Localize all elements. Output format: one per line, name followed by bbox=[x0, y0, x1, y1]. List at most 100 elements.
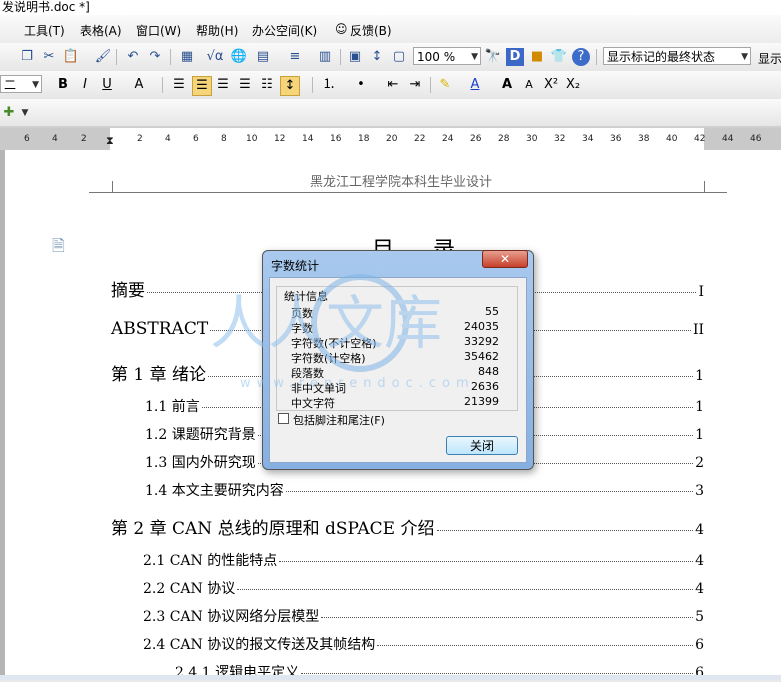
font-size-select[interactable]: 二 ▼ bbox=[0, 75, 42, 93]
menu-tools[interactable]: 工具(T) bbox=[24, 22, 65, 39]
increase-indent-icon[interactable]: ⇥ bbox=[406, 76, 424, 94]
document-map-icon[interactable]: ▣ bbox=[346, 48, 364, 66]
grow-font-button[interactable]: A bbox=[498, 76, 516, 94]
show-menu[interactable]: 显示 bbox=[758, 50, 781, 67]
underline-button[interactable]: U bbox=[98, 76, 116, 94]
ruler-tick: 8 bbox=[221, 134, 227, 144]
include-footnotes-checkbox[interactable] bbox=[278, 413, 289, 424]
formula-icon[interactable]: √α bbox=[206, 48, 224, 66]
toc-label: 1.2 课题研究背景 bbox=[145, 427, 256, 443]
italic-button[interactable]: I bbox=[76, 76, 94, 94]
stat-value: 21399 bbox=[464, 395, 499, 408]
line-spacing-icon[interactable]: ↕ bbox=[280, 76, 300, 96]
ruler-tick: 24 bbox=[442, 134, 454, 144]
toolbox-icon[interactable]: ■ bbox=[528, 48, 546, 66]
stat-value: 33292 bbox=[464, 335, 499, 348]
cut-icon[interactable]: ✂ bbox=[40, 48, 58, 66]
ruler-tick: 2 bbox=[81, 134, 87, 144]
columns-icon[interactable]: ≡ bbox=[286, 48, 304, 66]
align-left-icon[interactable]: ☰ bbox=[170, 76, 188, 94]
shrink-font-button[interactable]: A bbox=[520, 76, 538, 94]
justify-icon[interactable]: ☰ bbox=[236, 76, 254, 94]
decrease-indent-icon[interactable]: ⇤ bbox=[384, 76, 402, 94]
bullet-list-icon[interactable]: • bbox=[352, 76, 370, 94]
dialog-close-button[interactable]: ✕ bbox=[482, 250, 528, 268]
shirt-icon[interactable]: 👕 bbox=[550, 48, 568, 66]
reading-mode-icon[interactable]: ▢ bbox=[390, 48, 408, 66]
ruler-tick: 26 bbox=[470, 134, 482, 144]
menu-table[interactable]: 表格(A) bbox=[80, 22, 122, 39]
close-button[interactable]: 关闭 bbox=[446, 436, 518, 455]
ruler-tick: 30 bbox=[526, 134, 538, 144]
numbered-list-icon[interactable]: ⒈ bbox=[320, 76, 338, 94]
standard-toolbar: ❐ ✂ 📋 🖌 ↶ ↷ ▦ √α 🌐 ▤ ≡ ▥ ▣ ↕ ▢ 100 % ▼ 🔭… bbox=[0, 43, 781, 72]
align-center-icon[interactable]: ☰ bbox=[192, 76, 212, 96]
toc-leader bbox=[279, 561, 694, 562]
toc-entry[interactable]: 第 2 章 CAN 总线的原理和 dSPACE 介绍 4 bbox=[111, 514, 704, 539]
docer-icon[interactable]: D bbox=[506, 48, 524, 66]
stat-label: 页数 bbox=[291, 307, 313, 320]
undo-icon[interactable]: ↶ bbox=[124, 48, 142, 66]
toolbar-separator bbox=[596, 49, 597, 65]
indent-marker-icon[interactable]: ⧗ bbox=[106, 134, 114, 148]
subscript-button[interactable]: X₂ bbox=[564, 76, 582, 94]
distribute-icon[interactable]: ☷ bbox=[258, 76, 276, 94]
formatting-toolbar: 二 ▼ B I U A ☰ ☰ ☰ ☰ ☷ ↕ ⒈ • ⇤ ⇥ ✎ A A A … bbox=[0, 71, 781, 100]
hyperlink-icon[interactable]: 🌐 bbox=[230, 48, 248, 66]
ruler-tick: 2 bbox=[137, 134, 143, 144]
grid-icon[interactable]: ▤ bbox=[254, 48, 272, 66]
toc-label: 2.3 CAN 协议网络分层模型 bbox=[143, 609, 320, 625]
ruler-tick: 4 bbox=[52, 134, 58, 144]
toc-label: ABSTRACT bbox=[111, 319, 209, 339]
horizontal-ruler[interactable]: 6 4 2 ⧗ 2 4 6 8 10 12 14 16 18 20 22 24 … bbox=[0, 127, 781, 151]
show-hide-marks-icon[interactable]: ↕ bbox=[368, 48, 386, 66]
insert-table-icon[interactable]: ▦ bbox=[178, 48, 196, 66]
redo-icon[interactable]: ↷ bbox=[146, 48, 164, 66]
help-icon[interactable]: ? bbox=[572, 48, 590, 66]
markup-state-select[interactable]: 显示标记的最终状态 ▼ bbox=[603, 47, 751, 65]
toc-entry[interactable]: 2.3 CAN 协议网络分层模型 5 bbox=[143, 606, 704, 626]
toc-entry[interactable]: 2.4 CAN 协议的报文传送及其帧结构 6 bbox=[143, 634, 704, 654]
copy-icon[interactable]: ❐ bbox=[18, 48, 36, 66]
chevron-down-icon: ▼ bbox=[32, 80, 39, 90]
toc-entry[interactable]: 2.2 CAN 协议 4 bbox=[143, 578, 704, 598]
toc-entry[interactable]: 2.1 CAN 的性能特点 4 bbox=[143, 550, 704, 570]
format-painter-icon[interactable]: 🖌 bbox=[94, 48, 112, 66]
mini-toolbar: ✚ ▼ bbox=[0, 99, 781, 127]
header-corner-mark bbox=[89, 192, 112, 193]
chevron-down-icon: ▼ bbox=[471, 52, 478, 62]
zoom-select[interactable]: 100 % ▼ bbox=[413, 47, 481, 65]
align-right-icon[interactable]: ☰ bbox=[214, 76, 232, 94]
toc-label: 2.4 CAN 协议的报文传送及其帧结构 bbox=[143, 637, 376, 653]
stat-label: 段落数 bbox=[291, 367, 324, 380]
ruler-tick: 34 bbox=[582, 134, 594, 144]
toc-entry[interactable]: 1.4 本文主要研究内容 3 bbox=[145, 480, 704, 500]
toolbar-separator bbox=[116, 49, 117, 65]
ruler-tick: 44 bbox=[722, 134, 734, 144]
menu-help[interactable]: 帮助(H) bbox=[196, 22, 238, 39]
toc-leader bbox=[436, 530, 694, 531]
menu-window[interactable]: 窗口(W) bbox=[136, 22, 181, 39]
page-header: 黑龙江工程学院本科生毕业设计 bbox=[310, 175, 493, 190]
menu-feedback[interactable]: 反馈(B) bbox=[350, 22, 392, 39]
text-effect-button[interactable]: A bbox=[130, 76, 148, 94]
paste-icon[interactable]: 📋 bbox=[62, 48, 80, 66]
toc-page: 1 bbox=[695, 399, 704, 415]
bold-button[interactable]: B bbox=[54, 76, 72, 94]
toc-page: II bbox=[692, 322, 704, 338]
font-color-icon[interactable]: A bbox=[466, 76, 484, 94]
toolbar-separator bbox=[162, 77, 163, 93]
ruler-tick: 4 bbox=[165, 134, 171, 144]
chart-icon[interactable]: ▥ bbox=[316, 48, 334, 66]
zoom-value: 100 % bbox=[417, 50, 456, 64]
toolbar-separator bbox=[340, 49, 341, 65]
stat-label: 字符数(计空格) bbox=[291, 352, 366, 365]
chevron-down-icon[interactable]: ▼ bbox=[16, 104, 34, 122]
menu-office-space[interactable]: 办公空间(K) bbox=[252, 22, 317, 39]
find-icon[interactable]: 🔭 bbox=[484, 48, 502, 66]
superscript-button[interactable]: X² bbox=[542, 76, 560, 94]
stat-value: 848 bbox=[478, 365, 499, 378]
include-footnotes-label[interactable]: 包括脚注和尾注(F) bbox=[293, 412, 385, 428]
chevron-down-icon: ▼ bbox=[741, 52, 748, 62]
highlight-icon[interactable]: ✎ bbox=[436, 76, 454, 94]
